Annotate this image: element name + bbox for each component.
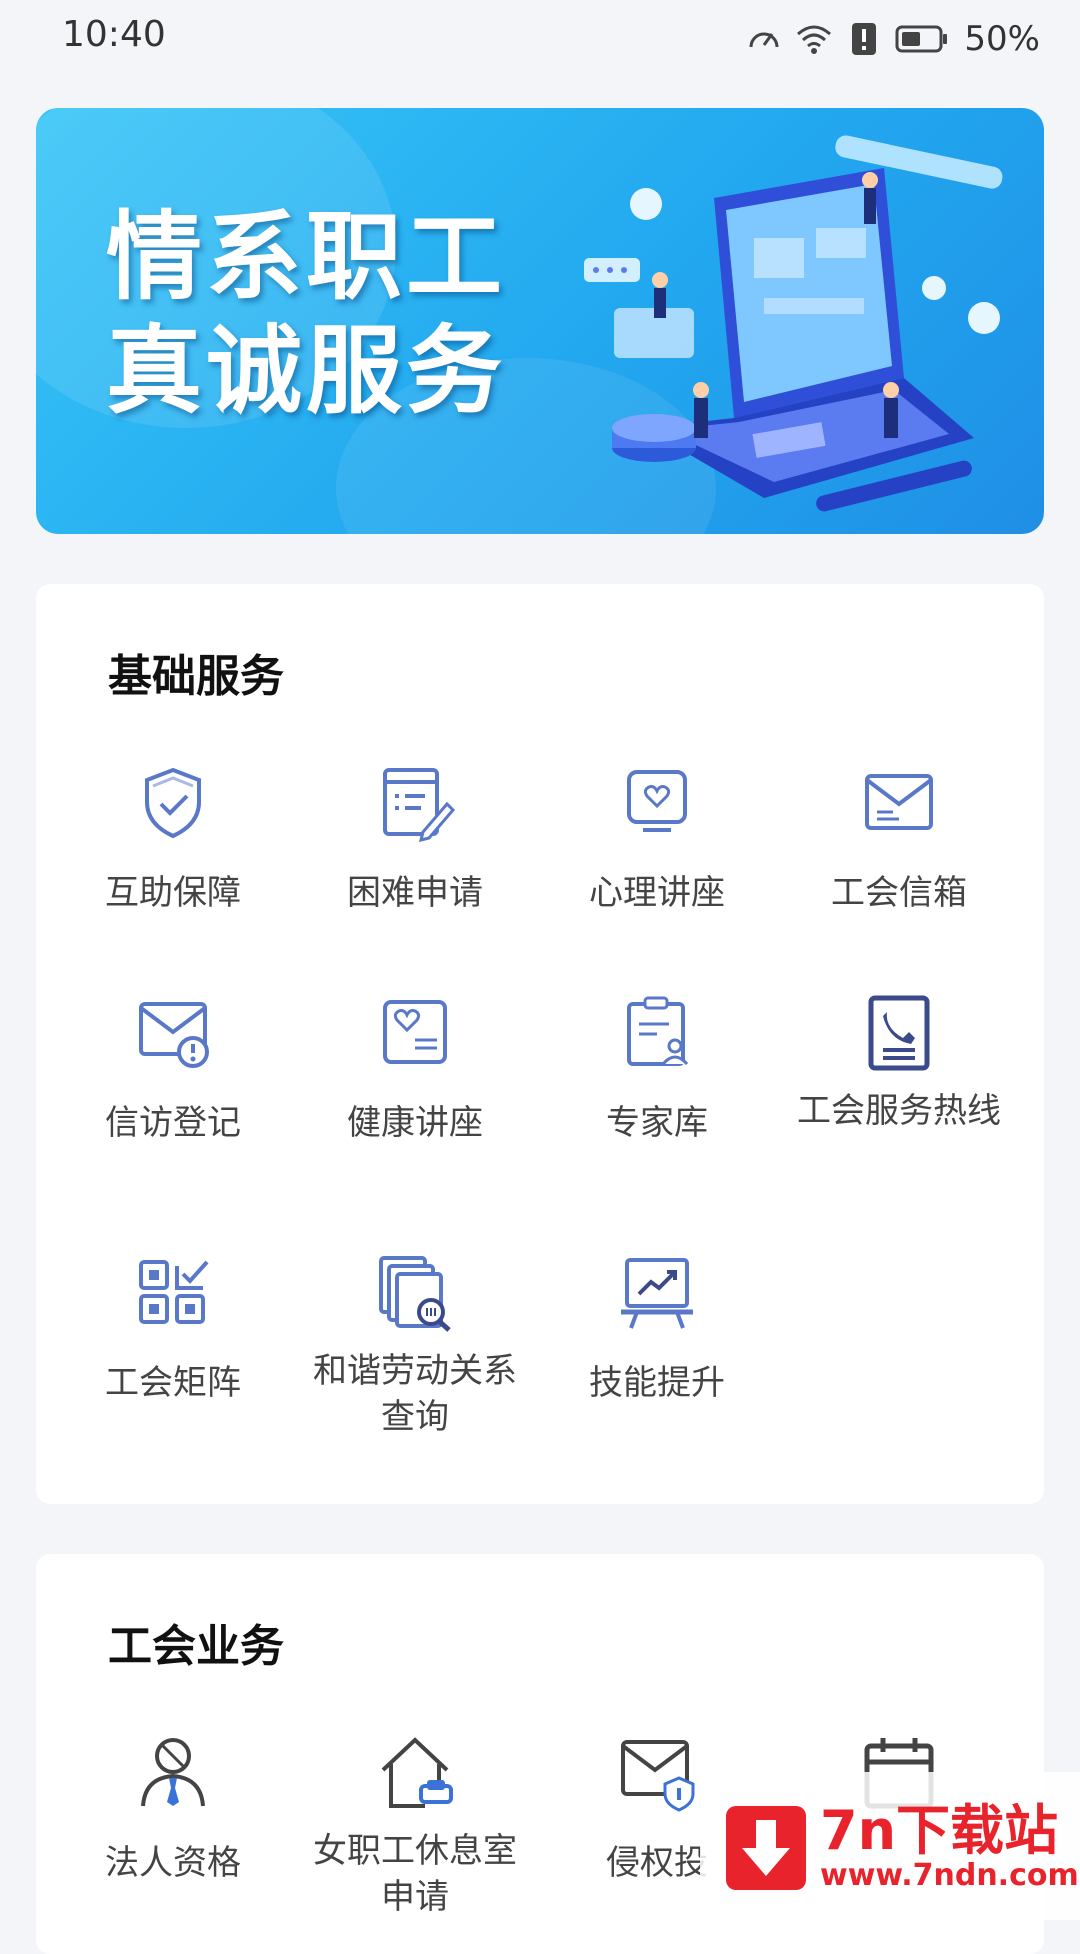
service-health-lecture[interactable]: 健康讲座 (294, 992, 536, 1146)
banner-line-2: 真诚服务 (106, 314, 506, 427)
phone-card-icon (868, 995, 930, 1071)
wifi-icon (794, 19, 834, 59)
health-card-icon (383, 1000, 447, 1064)
service-label: 法人资格 (105, 1843, 241, 1883)
mail-icon (865, 774, 933, 830)
service-union-hotline[interactable]: 工会服务热线 (778, 992, 1020, 1134)
speed-gauge-icon (744, 19, 784, 59)
service-label: 工会服务热线 (797, 1091, 1001, 1131)
promo-banner[interactable]: 情系职工 真诚服务 (36, 108, 1044, 534)
form-edit-icon (383, 768, 455, 842)
service-union-matrix[interactable]: 工会矩阵 (52, 1252, 294, 1406)
service-union-mailbox[interactable]: 工会信箱 (778, 762, 1020, 916)
service-label: 专家库 (606, 1103, 708, 1143)
service-label: 信访登记 (105, 1103, 241, 1143)
service-hardship-application[interactable]: 困难申请 (294, 762, 536, 916)
service-psychology-lecture[interactable]: 心理讲座 (536, 762, 778, 916)
basic-services-card: 基础服务 互助保障 困难申请 心理讲座 工会信箱 信访登记 健康讲座 专家库 工… (36, 584, 1044, 1504)
chart-board-icon (621, 1258, 693, 1329)
service-label: 健康讲座 (347, 1103, 483, 1143)
alert-icon (844, 19, 884, 59)
service-expert-library[interactable]: 专家库 (536, 992, 778, 1146)
service-women-rest-room[interactable]: 女职工休息室申请 (294, 1732, 536, 1920)
watermark-url: www.7ndn.com (820, 1858, 1079, 1893)
service-label: 工会矩阵 (105, 1363, 241, 1403)
service-label: 工会信箱 (831, 873, 967, 913)
download-arrow-icon (726, 1806, 806, 1890)
laptop-illustration (584, 135, 1003, 512)
service-label: 心理讲座 (589, 873, 725, 913)
section-title: 基础服务 (108, 651, 284, 702)
service-mutual-aid[interactable]: 互助保障 (52, 762, 294, 916)
site-watermark: 7n下载站 www.7ndn.com (700, 1772, 1080, 1920)
service-labor-relations-query[interactable]: 和谐劳动关系查询 (294, 1252, 536, 1440)
service-label: 技能提升 (589, 1363, 725, 1403)
battery-icon (894, 19, 950, 59)
mail-shield-icon (621, 1740, 695, 1812)
clipboard-person-icon (627, 996, 689, 1066)
status-bar: 10:40 50% (0, 0, 1080, 80)
service-label: 女职工休息室申请 (313, 1831, 517, 1917)
banner-slogan: 情系职工 真诚服务 (106, 200, 506, 428)
clock: 10:40 (62, 14, 166, 55)
shield-check-icon (145, 767, 201, 839)
service-skill-improvement[interactable]: 技能提升 (536, 1252, 778, 1406)
service-petition-registration[interactable]: 信访登记 (52, 992, 294, 1146)
grid-check-icon (139, 1260, 209, 1324)
service-label: 互助保障 (105, 873, 241, 913)
section-title: 工会业务 (108, 1621, 284, 1672)
docs-search-icon (379, 1256, 451, 1332)
watermark-title: 7n下载站 (820, 1799, 1059, 1862)
banner-line-1: 情系职工 (106, 200, 506, 313)
monitor-heart-icon (627, 770, 687, 832)
person-tie-icon (141, 1738, 205, 1807)
mail-alert-icon (139, 1002, 209, 1068)
service-label: 困难申请 (347, 873, 483, 913)
battery-percentage: 50% (964, 19, 1040, 59)
status-icons: 50% (744, 14, 1040, 64)
house-sofa-icon (381, 1737, 453, 1808)
service-legal-person[interactable]: 法人资格 (52, 1732, 294, 1886)
service-label: 和谐劳动关系查询 (313, 1351, 517, 1437)
